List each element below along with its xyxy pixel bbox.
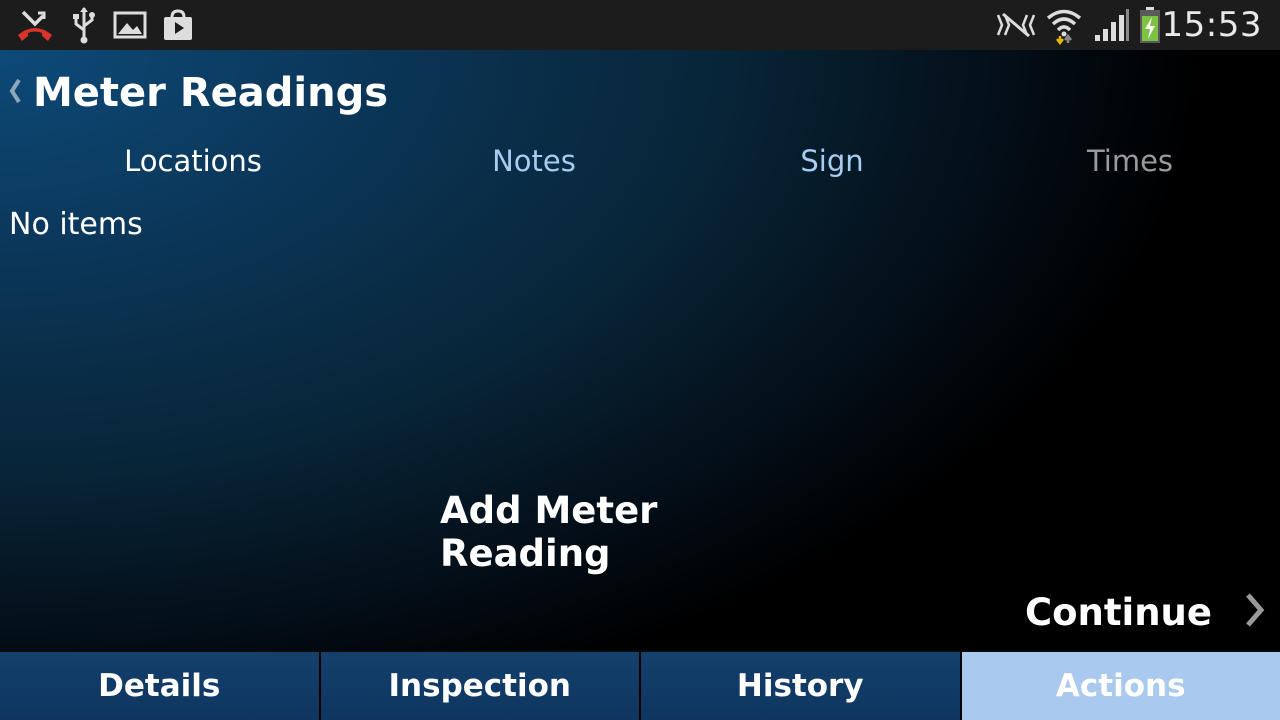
chevron-right-icon xyxy=(1242,592,1268,632)
bottom-navigation: Details Inspection History Actions xyxy=(0,650,1280,720)
add-meter-reading-button[interactable]: Add Meter Reading xyxy=(440,489,840,575)
empty-list-message: No items xyxy=(9,206,143,242)
nav-tab-label: Inspection xyxy=(388,668,571,704)
tab-times[interactable]: Times xyxy=(980,138,1280,184)
continue-label: Continue xyxy=(1024,590,1212,634)
nav-tab-inspection[interactable]: Inspection xyxy=(320,650,641,720)
tab-label: Notes xyxy=(492,144,576,178)
clock-time: 15:53 xyxy=(1161,5,1262,45)
battery-charging-icon xyxy=(1136,0,1164,50)
nav-tab-details[interactable]: Details xyxy=(0,650,321,720)
status-bar: 15:53 xyxy=(0,0,1280,50)
tab-locations[interactable]: Locations xyxy=(43,138,343,184)
missed-call-icon xyxy=(14,0,56,50)
signal-icon xyxy=(1092,0,1132,50)
nfc-icon xyxy=(994,0,1038,50)
wifi-icon xyxy=(1044,0,1084,50)
continue-button[interactable]: Continue xyxy=(1025,586,1268,638)
gallery-icon xyxy=(112,0,148,50)
nav-tab-history[interactable]: History xyxy=(641,650,962,720)
play-store-icon xyxy=(160,0,196,50)
nav-tab-label: Details xyxy=(98,668,221,704)
page-title: Meter Readings xyxy=(33,70,389,116)
main-content: Meter Readings Locations Notes Sign Time… xyxy=(0,50,1280,650)
tab-sign[interactable]: Sign xyxy=(682,138,982,184)
nav-tab-label: History xyxy=(736,668,864,704)
tab-label: Locations xyxy=(124,144,262,178)
nav-tab-actions[interactable]: Actions xyxy=(961,650,1280,720)
tab-notes[interactable]: Notes xyxy=(384,138,684,184)
tab-label: Times xyxy=(1086,144,1174,178)
chevron-left-icon[interactable] xyxy=(8,74,24,108)
nav-tab-label: Actions xyxy=(1055,668,1186,704)
tab-label: Sign xyxy=(800,144,864,178)
usb-icon xyxy=(68,0,100,50)
